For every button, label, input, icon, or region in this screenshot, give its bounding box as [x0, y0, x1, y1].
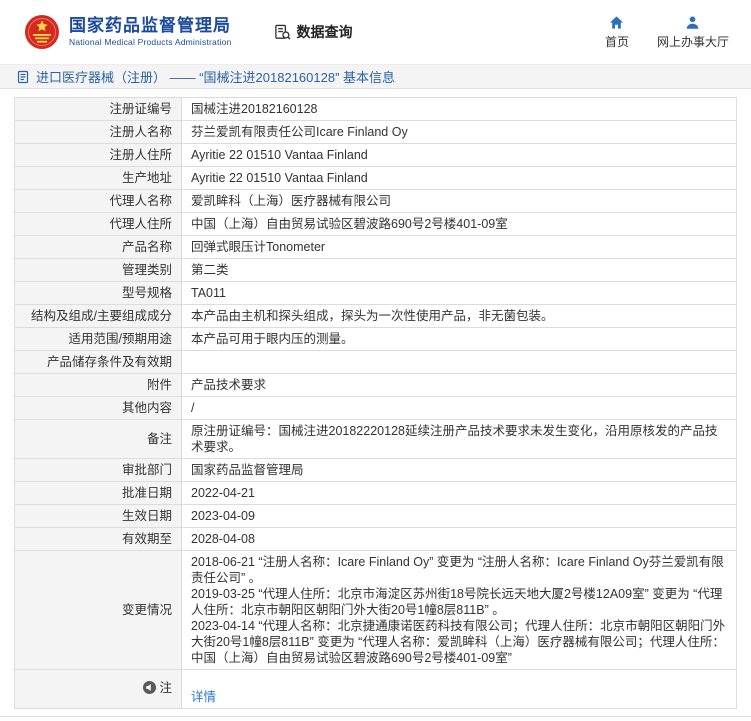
- nav-home[interactable]: 首页: [605, 15, 629, 50]
- top-navigation: 首页 网上办事大厅: [605, 15, 735, 50]
- row-label: 产品储存条件及有效期: [15, 351, 182, 374]
- row-value: 回弹式眼压计Tonometer: [182, 236, 737, 259]
- row-value: 爱凯眸科（上海）医疗器械有限公司: [182, 190, 737, 213]
- table-row: 注册人住所Ayritie 22 01510 Vantaa Finland: [15, 144, 737, 167]
- row-label: 生效日期: [15, 505, 182, 528]
- row-value: 国家药品监督管理局: [182, 459, 737, 482]
- row-value: 中国（上海）自由贸易试验区碧波路690号2号楼401-09室: [182, 213, 737, 236]
- national-emblem-icon: [24, 14, 60, 50]
- row-value: /: [182, 397, 737, 420]
- table-row: 代理人名称爱凯眸科（上海）医疗器械有限公司: [15, 190, 737, 213]
- table-row: 审批部门国家药品监督管理局: [15, 459, 737, 482]
- table-row: 产品名称回弹式眼压计Tonometer: [15, 236, 737, 259]
- table-row: 型号规格TA011: [15, 282, 737, 305]
- table-row: 生效日期2023-04-09: [15, 505, 737, 528]
- row-label: 产品名称: [15, 236, 182, 259]
- row-label: 变更情况: [15, 551, 182, 670]
- row-value: Ayritie 22 01510 Vantaa Finland: [182, 144, 737, 167]
- row-value: 本产品可用于眼内压的测量。: [182, 328, 737, 351]
- row-value: 原注册证编号：国械注进20182220128延续注册产品技术要求未发生变化，沿用…: [182, 420, 737, 459]
- table-row: 附件产品技术要求: [15, 374, 737, 397]
- table-row: 生产地址Ayritie 22 01510 Vantaa Finland: [15, 167, 737, 190]
- table-row: 适用范围/预期用途本产品可用于眼内压的测量。: [15, 328, 737, 351]
- row-label: 附件: [15, 374, 182, 397]
- row-value: 本产品由主机和探头组成，探头为一次性使用产品，非无菌包装。: [182, 305, 737, 328]
- row-label: 生产地址: [15, 167, 182, 190]
- row-label: 注册人住所: [15, 144, 182, 167]
- table-row: 批准日期2022-04-21: [15, 482, 737, 505]
- table-row: 其他内容/: [15, 397, 737, 420]
- row-value: 2022-04-21: [182, 482, 737, 505]
- data-query-link[interactable]: 数据查询: [274, 22, 353, 42]
- header: 国家药品监督管理局 National Medical Products Admi…: [0, 0, 751, 64]
- table-row: 变更情况2018-06-21 “注册人名称：Icare Finland Oy” …: [15, 551, 737, 670]
- speaker-icon: [143, 681, 156, 694]
- row-value-note: 详情: [182, 670, 737, 709]
- row-value: TA011: [182, 282, 737, 305]
- table-row: 注册证编号国械注进20182160128: [15, 98, 737, 121]
- row-value: 2018-06-21 “注册人名称：Icare Finland Oy” 变更为 …: [182, 551, 737, 670]
- registration-info-table: 注册证编号国械注进20182160128 注册人名称芬兰爱凯有限责任公司Icar…: [14, 97, 737, 709]
- row-label: 适用范围/预期用途: [15, 328, 182, 351]
- data-query-label: 数据查询: [297, 22, 353, 42]
- row-label: 代理人住所: [15, 213, 182, 236]
- row-label: 有效期至: [15, 528, 182, 551]
- home-icon: [609, 15, 624, 30]
- row-label: 批准日期: [15, 482, 182, 505]
- page-title: 进口医疗器械（注册） —— “国械注进20182160128” 基本信息: [36, 67, 395, 86]
- person-icon: [685, 15, 700, 30]
- agency-logo-link[interactable]: 国家药品监督管理局 National Medical Products Admi…: [24, 14, 232, 50]
- row-value: 2028-04-08: [182, 528, 737, 551]
- table-row-note: 注 详情: [15, 670, 737, 709]
- row-label: 结构及组成/主要组成成分: [15, 305, 182, 328]
- table-row: 代理人住所中国（上海）自由贸易试验区碧波路690号2号楼401-09室: [15, 213, 737, 236]
- row-label: 注册证编号: [15, 98, 182, 121]
- table-row: 注册人名称芬兰爱凯有限责任公司Icare Finland Oy: [15, 121, 737, 144]
- row-label: 管理类别: [15, 259, 182, 282]
- document-magnifier-icon: [274, 24, 291, 41]
- agency-name-en: National Medical Products Administration: [69, 37, 232, 47]
- row-label: 注册人名称: [15, 121, 182, 144]
- table-row: 管理类别第二类: [15, 259, 737, 282]
- table-row: 备注原注册证编号：国械注进20182220128延续注册产品技术要求未发生变化，…: [15, 420, 737, 459]
- row-label: 其他内容: [15, 397, 182, 420]
- note-label-text: 注: [159, 680, 172, 696]
- table-row: 结构及组成/主要组成成分本产品由主机和探头组成，探头为一次性使用产品，非无菌包装…: [15, 305, 737, 328]
- table-row: 产品储存条件及有效期: [15, 351, 737, 374]
- row-value: Ayritie 22 01510 Vantaa Finland: [182, 167, 737, 190]
- row-label: 备注: [15, 420, 182, 459]
- table-row: 有效期至2028-04-08: [15, 528, 737, 551]
- document-icon: [16, 70, 30, 84]
- row-label: 审批部门: [15, 459, 182, 482]
- agency-title-block: 国家药品监督管理局 National Medical Products Admi…: [69, 17, 232, 48]
- nav-service-hall[interactable]: 网上办事大厅: [657, 15, 729, 50]
- row-value: [182, 351, 737, 374]
- row-value: 产品技术要求: [182, 374, 737, 397]
- row-value: 国械注进20182160128: [182, 98, 737, 121]
- nav-home-label: 首页: [605, 33, 629, 50]
- row-value: 芬兰爱凯有限责任公司Icare Finland Oy: [182, 121, 737, 144]
- nav-service-hall-label: 网上办事大厅: [657, 33, 729, 50]
- row-label: 代理人名称: [15, 190, 182, 213]
- detail-link[interactable]: 详情: [191, 690, 216, 704]
- agency-name-cn: 国家药品监督管理局: [69, 17, 232, 36]
- row-label-note: 注: [15, 670, 182, 709]
- breadcrumb-bar: 进口医疗器械（注册） —— “国械注进20182160128” 基本信息: [0, 64, 751, 89]
- row-label: 型号规格: [15, 282, 182, 305]
- row-value: 第二类: [182, 259, 737, 282]
- row-value: 2023-04-09: [182, 505, 737, 528]
- footer-divider: [0, 716, 751, 721]
